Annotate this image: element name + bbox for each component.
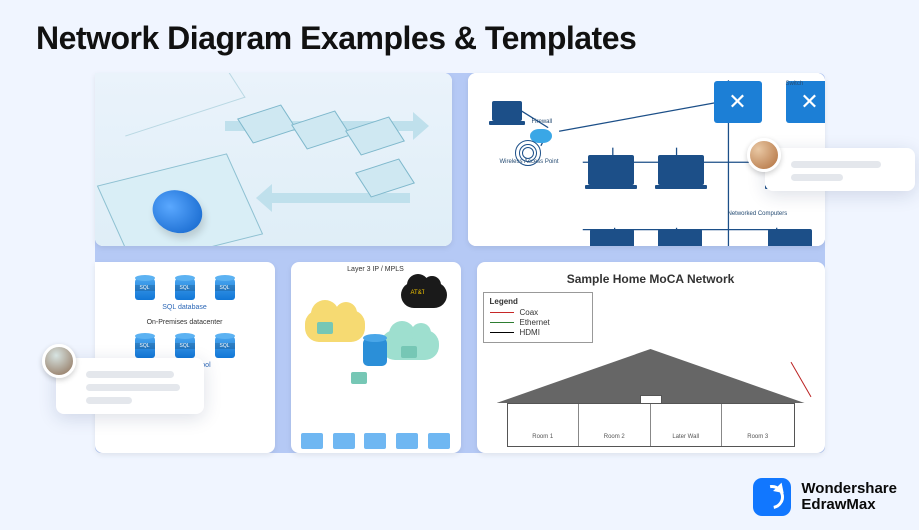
room-label: Room 3: [722, 404, 794, 446]
comment-chip: [56, 358, 204, 414]
page-title: Network Diagram Examples & Templates: [0, 0, 919, 73]
cloud-att-icon: AT&T: [401, 282, 447, 308]
computer-icon: [658, 229, 702, 246]
computer-icon: [588, 155, 634, 185]
room-label: Later Wall: [651, 404, 723, 446]
computer-icon: [768, 229, 812, 246]
label-firewall: Firewall: [532, 119, 553, 125]
brand-line1: Wondershare: [801, 481, 897, 497]
device-bar: [291, 433, 461, 449]
legend-title: Legend: [490, 297, 586, 306]
db-row: SQL SQL SQL: [103, 276, 267, 302]
section-label: SQL database: [103, 304, 267, 311]
avatar: [747, 138, 781, 172]
router-icon: [351, 372, 367, 384]
moca-title: Sample Home MoCA Network: [483, 272, 819, 286]
router-icon: [317, 322, 333, 334]
access-point-icon: [522, 147, 534, 159]
router-icon: [401, 346, 417, 358]
label-wap: Wireless Access Point: [500, 159, 559, 165]
database-icon: SQL: [175, 336, 195, 358]
db-row: SQL SQL SQL: [103, 334, 267, 360]
cloud-icon: [305, 310, 365, 342]
core-router-icon: [363, 338, 387, 366]
database-icon: SQL: [215, 278, 235, 300]
avatar: [42, 344, 76, 378]
label-networked-computers: Networked Computers: [728, 211, 788, 218]
template-card-moca-home[interactable]: Sample Home MoCA Network Legend Coax Eth…: [477, 262, 825, 453]
edrawmax-logo-icon: [753, 478, 791, 516]
laptop-icon: [492, 101, 522, 121]
computer-icon: [658, 155, 704, 185]
computer-icon: [590, 229, 634, 246]
room-label: Room 1: [508, 404, 580, 446]
database-icon: SQL: [215, 336, 235, 358]
house-illustration: Room 1 Room 2 Later Wall Room 3: [483, 349, 819, 447]
template-card-mpls[interactable]: Layer 3 IP / MPLS AT&T: [291, 262, 461, 453]
comment-chip: [765, 148, 915, 191]
database-icon: SQL: [175, 278, 195, 300]
brand-footer: Wondershare EdrawMax: [753, 478, 897, 516]
brand-line2: EdrawMax: [801, 497, 897, 513]
mpls-header: Layer 3 IP / MPLS: [291, 262, 461, 277]
database-icon: SQL: [135, 336, 155, 358]
switch-icon: [714, 81, 762, 123]
isometric-illustration: [95, 73, 452, 246]
database-icon: SQL: [135, 278, 155, 300]
template-card-isometric[interactable]: [95, 73, 452, 246]
label-switch: Switch: [786, 81, 825, 123]
legend-box: Legend Coax Ethernet HDMI: [483, 292, 593, 343]
template-gallery: Firewall Switch Wireless Access Point Ne…: [95, 73, 825, 453]
section-label: On-Premises datacenter: [103, 319, 267, 326]
room-label: Room 2: [579, 404, 651, 446]
